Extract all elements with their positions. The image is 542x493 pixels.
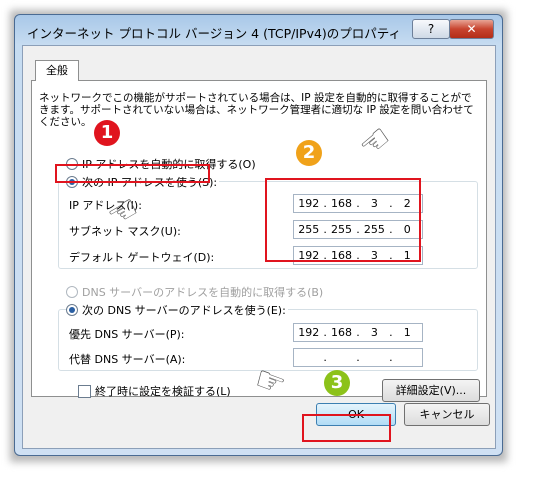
preferred-dns-label: 優先 DNS サーバー(P):: [69, 328, 185, 341]
close-button[interactable]: ✕: [449, 19, 494, 39]
title-bar[interactable]: インターネット プロトコル バージョン 4 (TCP/IPv4)のプロパティ ?…: [15, 15, 502, 45]
step-3-badge: 3: [324, 370, 350, 396]
dns-manual-option[interactable]: 次の DNS サーバーのアドレスを使う(E):: [66, 302, 288, 318]
window-title: インターネット プロトコル バージョン 4 (TCP/IPv4)のプロパティ: [27, 26, 402, 41]
dns-auto-label: DNS サーバーのアドレスを自動的に取得する(B): [82, 286, 324, 299]
alternate-dns-label: 代替 DNS サーバー(A):: [69, 353, 186, 366]
highlight-ok-button: [302, 414, 391, 442]
pdns-octet-1: 192: [298, 326, 320, 339]
dns-auto-radio[interactable]: [66, 286, 78, 298]
step-1-badge: 1: [94, 120, 120, 146]
alternate-dns-input[interactable]: . . .: [293, 348, 423, 367]
default-gateway-label: デフォルト ゲートウェイ(D):: [69, 251, 215, 264]
dns-manual-radio[interactable]: [66, 304, 78, 316]
highlight-ip-fields: [265, 178, 421, 262]
cancel-button[interactable]: キャンセル: [404, 403, 490, 426]
highlight-manual-ip: [55, 164, 210, 183]
tab-general[interactable]: 全般: [35, 60, 79, 81]
pdns-octet-4: 1: [403, 326, 411, 339]
dns-auto-option[interactable]: DNS サーバーのアドレスを自動的に取得する(B): [66, 284, 323, 300]
pdns-octet-2: 168: [331, 326, 353, 339]
help-button[interactable]: ?: [412, 19, 450, 39]
pdns-octet-3: 3: [370, 326, 378, 339]
validate-label: 終了時に設定を検証する(L): [95, 385, 231, 398]
validate-option[interactable]: 終了時に設定を検証する(L): [78, 383, 231, 399]
preferred-dns-input[interactable]: 192. 168. 3. 1: [293, 323, 423, 342]
validate-checkbox[interactable]: [78, 384, 91, 398]
dns-manual-label: 次の DNS サーバーのアドレスを使う(E):: [82, 304, 286, 317]
advanced-button[interactable]: 詳細設定(V)...: [382, 379, 480, 402]
step-2-badge: 2: [296, 140, 322, 166]
